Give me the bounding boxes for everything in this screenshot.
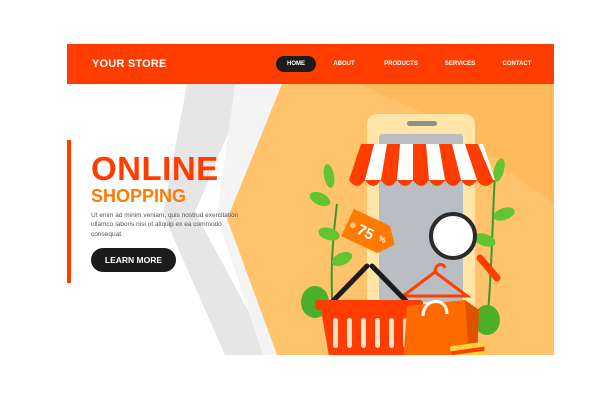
nav-services[interactable]: SERVICES — [441, 56, 479, 72]
site-header: YOUR STORE HOME ABOUT PRODUCTS SERVICES … — [67, 44, 554, 84]
nav-contact[interactable]: CONTACT — [499, 56, 535, 72]
hero-section: 75 % ONLINE SHOPPING Ut enim ad minim ve… — [67, 84, 554, 355]
nav-about[interactable]: ABOUT — [329, 56, 359, 72]
leaf-icon — [474, 158, 515, 335]
nav-products[interactable]: PRODUCTS — [379, 56, 423, 72]
store-logo[interactable]: YOUR STORE — [92, 58, 167, 70]
awning-icon — [349, 144, 495, 186]
hero-subtitle: SHOPPING — [91, 186, 187, 206]
hero-title: ONLINE — [91, 150, 219, 187]
landing-page: YOUR STORE HOME ABOUT PRODUCTS SERVICES … — [67, 44, 554, 355]
accent-bar — [67, 140, 71, 283]
hero-description: Ut enim ad minim veniam, quis nostrud ex… — [91, 212, 239, 238]
nav-home[interactable]: HOME — [276, 56, 316, 72]
learn-more-button[interactable]: LEARN MORE — [91, 248, 176, 272]
